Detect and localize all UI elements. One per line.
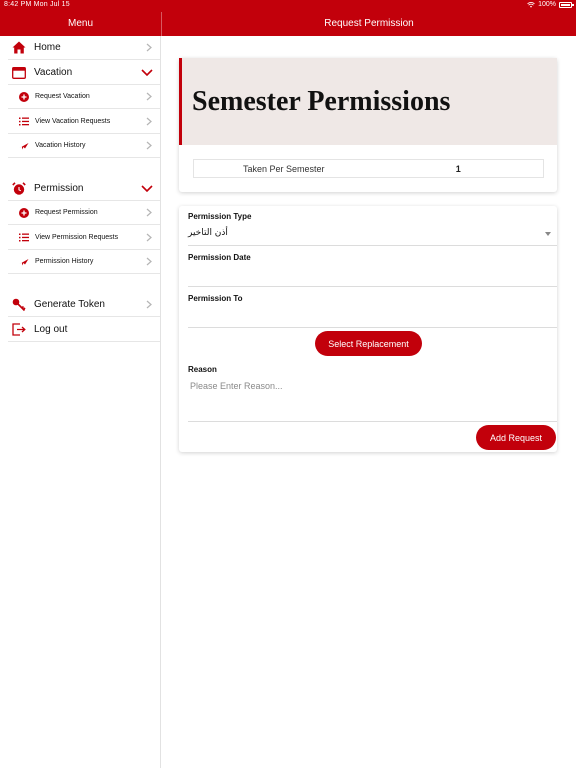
summary-title: Semester Permissions (192, 86, 451, 117)
sidebar-item-permission-history[interactable]: Permission History (8, 250, 160, 274)
taken-label: Taken Per Semester (242, 163, 325, 174)
sidebar-item-label: Permission History (35, 258, 94, 265)
add-circle-icon (18, 90, 30, 104)
chevron-right-icon (144, 141, 154, 151)
chevron-right-icon (144, 233, 154, 243)
home-icon (10, 41, 28, 55)
chevron-down-icon (140, 68, 154, 78)
sidebar-item-label: Vacation History (35, 142, 86, 149)
menu-title: Menu (67, 18, 93, 29)
logout-icon (10, 323, 28, 337)
summary-header: Semester Permissions (179, 58, 557, 145)
sidebar-item-label: View Vacation Requests (35, 118, 111, 125)
sidebar-item-label: Request Vacation (35, 93, 90, 100)
select-replacement-button[interactable]: Select Replacement (315, 331, 422, 356)
permission-date-field[interactable] (188, 265, 557, 287)
permission-to-label: Permission To (188, 294, 243, 303)
sidebar-item-vacation-history[interactable]: Vacation History (8, 134, 160, 158)
sidebar-item-home[interactable]: Home (8, 36, 160, 60)
sidebar-item-label: Log out (34, 324, 68, 335)
wifi-icon (527, 1, 535, 8)
sidebar-item-request-permission[interactable]: Request Permission (8, 201, 160, 225)
sidebar-item-view-vacation-requests[interactable]: View Vacation Requests (8, 110, 160, 134)
sidebar-item-generate-token[interactable]: Generate Token (8, 293, 160, 317)
plane-icon (18, 139, 30, 153)
battery-icon (559, 1, 574, 8)
sidebar-item-vacation[interactable]: Vacation (8, 61, 160, 85)
sidebar-item-label: Request Permission (35, 209, 98, 216)
chevron-down-icon (140, 184, 154, 194)
alarm-clock-icon (10, 181, 28, 196)
permission-form-card: Permission Type أذن التاخير Permission D… (179, 206, 557, 452)
status-indicators: 100% (527, 1, 574, 8)
sidebar-item-label: View Permission Requests (35, 234, 119, 241)
permission-to-field[interactable] (188, 306, 557, 328)
chevron-right-icon (144, 117, 154, 127)
chevron-right-icon (144, 43, 154, 53)
permission-date-label: Permission Date (188, 253, 251, 262)
sidebar: Home Vacation Request Vacation View Vaca… (0, 36, 161, 768)
sidebar-item-logout[interactable]: Log out (8, 318, 160, 342)
chevron-right-icon (144, 300, 154, 310)
page-title: Request Permission (324, 18, 414, 29)
sidebar-item-permission[interactable]: Permission (8, 177, 160, 201)
sidebar-item-label: Vacation (34, 67, 73, 78)
list-icon (18, 115, 30, 129)
chevron-right-icon (144, 257, 154, 267)
sidebar-item-request-vacation[interactable]: Request Vacation (8, 85, 160, 109)
chevron-right-icon (144, 208, 154, 218)
sidebar-item-label: Permission (34, 183, 84, 194)
reason-placeholder: Please Enter Reason... (190, 381, 283, 391)
sidebar-item-label: Generate Token (34, 299, 105, 310)
permission-type-value: أذن التاخير (188, 228, 228, 238)
taken-per-semester-row: Taken Per Semester 1 (193, 159, 544, 178)
status-bar: 8:42 PM Mon Jul 15 100% (0, 0, 576, 12)
status-time: 8:42 PM Mon Jul 15 (4, 1, 70, 8)
sidebar-item-view-permission-requests[interactable]: View Permission Requests (8, 226, 160, 250)
key-icon (10, 298, 28, 312)
permission-type-select[interactable]: أذن التاخير (188, 224, 557, 246)
sidebar-item-label: Home (34, 42, 61, 53)
chevron-right-icon (144, 92, 154, 102)
plane-icon (18, 255, 30, 269)
calendar-icon (10, 66, 28, 80)
permission-type-label: Permission Type (188, 212, 252, 221)
dropdown-caret-icon (545, 232, 551, 236)
add-request-button[interactable]: Add Request (476, 425, 556, 450)
battery-percent: 100% (538, 1, 556, 8)
list-icon (18, 231, 30, 245)
semester-summary-card: Semester Permissions Taken Per Semester … (179, 58, 557, 192)
reason-input[interactable]: Please Enter Reason... (188, 376, 557, 422)
reason-label: Reason (188, 365, 217, 374)
taken-value: 1 (455, 163, 461, 174)
add-circle-icon (18, 206, 30, 220)
